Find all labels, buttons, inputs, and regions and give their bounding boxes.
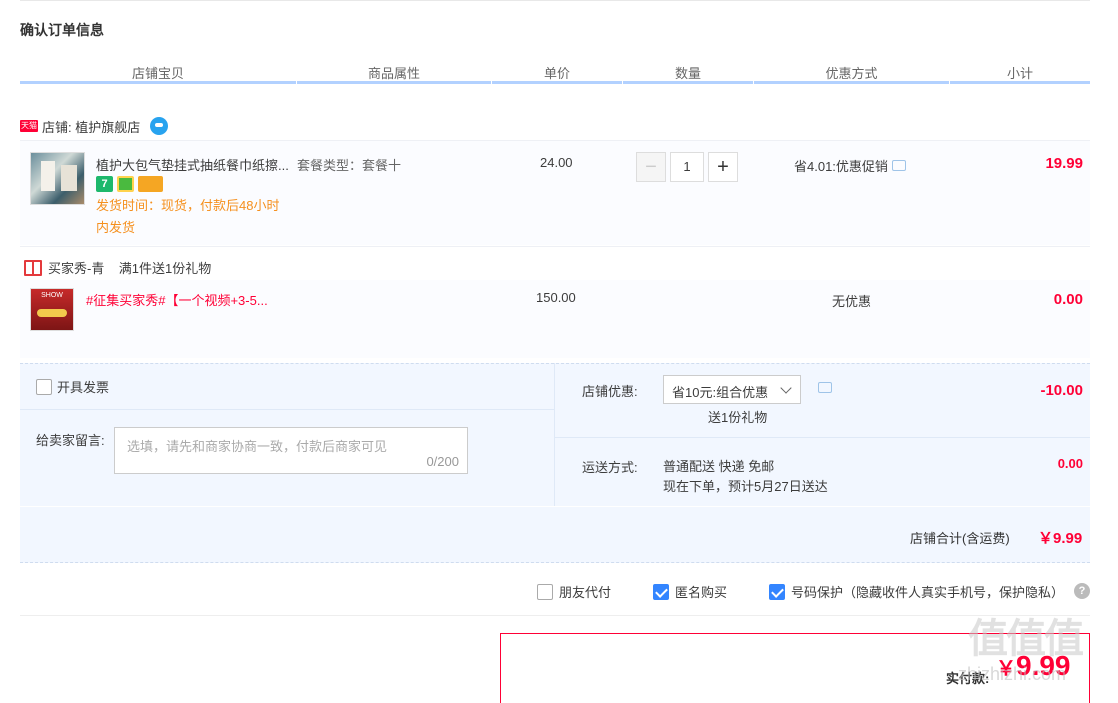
shop-discount-label: 店铺优惠: — [582, 384, 638, 399]
column-header-price: 单价 — [543, 66, 570, 81]
quantity-decrease-button[interactable]: − — [636, 152, 666, 182]
column-header-discount: 优惠方式 — [825, 66, 878, 81]
memo-char-count: 0/200 — [426, 454, 459, 469]
gift-header-text: 买家秀-青 满1件送1份礼物 — [48, 261, 212, 276]
seven-day-return-icon[interactable]: 7 — [96, 176, 113, 192]
guarantee-badge-icon[interactable] — [117, 176, 134, 192]
shop-header: 天猫 店铺: 植护旗舰店 — [20, 116, 169, 136]
number-protection-label: 号码保护（隐藏收件人真实手机号，保护隐私） — [791, 585, 1065, 600]
friend-pay-option[interactable]: 朋友代付 — [537, 582, 611, 601]
item-discount-text: 省4.01:优惠促销 — [794, 159, 888, 174]
anonymous-purchase-checkbox[interactable] — [653, 583, 669, 600]
gift-unit-price: 150.00 — [536, 290, 576, 305]
memo-placeholder: 选填，请先和商家协商一致，付款后商家可见 — [127, 439, 388, 454]
comment-icon[interactable] — [818, 382, 832, 393]
gift-subtotal: 0.00 — [1053, 291, 1083, 308]
anonymous-purchase-option[interactable]: 匿名购买 — [653, 582, 727, 601]
number-protection-checkbox[interactable] — [769, 583, 785, 600]
item-title-link[interactable]: 植护大包气垫挂式抽纸餐巾纸擦... — [96, 155, 292, 174]
friend-pay-checkbox[interactable] — [537, 583, 553, 600]
column-underline — [950, 81, 1090, 84]
gift-discount: 无优惠 — [832, 294, 872, 309]
shop-name-link[interactable]: 店铺: 植护旗舰店 — [42, 117, 140, 136]
quantity-increase-button[interactable]: + — [708, 152, 738, 182]
friend-pay-label: 朋友代付 — [559, 585, 612, 600]
item-discount: 省4.01:优惠促销 — [794, 156, 906, 175]
comment-icon[interactable] — [891, 160, 906, 171]
number-protection-option[interactable]: 号码保护（隐藏收件人真实手机号，保护隐私） — [769, 582, 1064, 601]
gift-title-link[interactable]: #征集买家秀#【一个视频+3-5... — [86, 290, 268, 309]
column-underline — [492, 81, 622, 84]
divider — [20, 409, 554, 410]
shop-total-amount: ￥9.99 — [1038, 530, 1083, 547]
shipping-method-line1: 普通配送 快递 免邮 — [663, 459, 775, 474]
quantity-stepper: − 1 + — [636, 152, 738, 182]
gift-thumbnail-label: SHOW — [41, 292, 63, 299]
column-header-attributes: 商品属性 — [367, 66, 420, 81]
chevron-down-icon — [780, 382, 792, 394]
tmall-logo-icon: 天猫 — [20, 120, 38, 132]
anonymous-purchase-label: 匿名购买 — [675, 585, 728, 600]
divider — [554, 363, 555, 506]
item-subtotal: 19.99 — [1045, 155, 1083, 172]
item-thumbnail[interactable] — [30, 152, 85, 205]
shipping-amount: 0.00 — [1057, 456, 1083, 471]
shipping-eta: 现在下单，预计5月27日送达 — [663, 479, 828, 494]
ship-time-note: 发货时间：现货，付款后48小时 内发货 — [96, 195, 296, 239]
watermark-logo: 值值值 — [968, 617, 1084, 661]
shop-discount-amount: -10.00 — [1040, 382, 1083, 399]
shop-total-label: 店铺合计(含运费) — [910, 531, 1010, 546]
gift-thumbnail-bar — [37, 309, 67, 317]
invoice-label: 开具发票 — [57, 380, 110, 395]
help-icon[interactable]: ? — [1074, 583, 1090, 599]
quantity-input[interactable]: 1 — [670, 152, 704, 182]
item-sku: 套餐类型：套餐十 — [297, 158, 402, 173]
gift-header: 买家秀-青 满1件送1份礼物 — [24, 258, 211, 277]
shipping-method: 普通配送 快递 免邮 现在下单，预计5月27日送达 — [663, 457, 828, 497]
top-divider — [20, 0, 1090, 1]
page-title: 确认订单信息 — [20, 22, 104, 38]
divider — [20, 615, 1090, 616]
divider — [20, 246, 1090, 247]
gift-thumbnail[interactable]: SHOW — [30, 288, 74, 331]
chat-seller-icon[interactable] — [150, 117, 169, 135]
item-service-badges: 7 — [96, 176, 163, 192]
shop-discount-gift: 送1份礼物 — [708, 410, 768, 425]
watermark-site: zhizhizhi.com — [958, 664, 1067, 684]
shipping-label: 运送方式: — [582, 460, 638, 475]
memo-label: 给卖家留言: — [36, 433, 105, 448]
column-underline — [623, 81, 753, 84]
seller-memo-textarea[interactable]: 选填，请先和商家协商一致，付款后商家可见 0/200 — [114, 427, 468, 474]
column-underline — [297, 81, 491, 84]
divider — [555, 437, 1090, 438]
column-underline — [754, 81, 949, 84]
ship-time-line1: 发货时间：现货，付款后48小时 — [96, 198, 280, 213]
invoice-option[interactable]: 开具发票 — [36, 377, 109, 396]
shop-discount-select[interactable]: 省10元:组合优惠 — [663, 375, 801, 404]
ship-time-line2: 内发货 — [96, 220, 136, 235]
credit-card-icon[interactable] — [138, 176, 163, 192]
gift-icon — [24, 259, 42, 276]
shop-discount-selected: 省10元:组合优惠 — [672, 385, 769, 400]
item-unit-price: 24.00 — [540, 155, 573, 170]
column-header-subtotal: 小计 — [1006, 66, 1033, 81]
column-header-quantity: 数量 — [674, 66, 701, 81]
column-header-shop-item: 店铺宝贝 — [131, 66, 184, 81]
column-underline — [20, 81, 296, 84]
invoice-checkbox[interactable] — [36, 378, 52, 395]
